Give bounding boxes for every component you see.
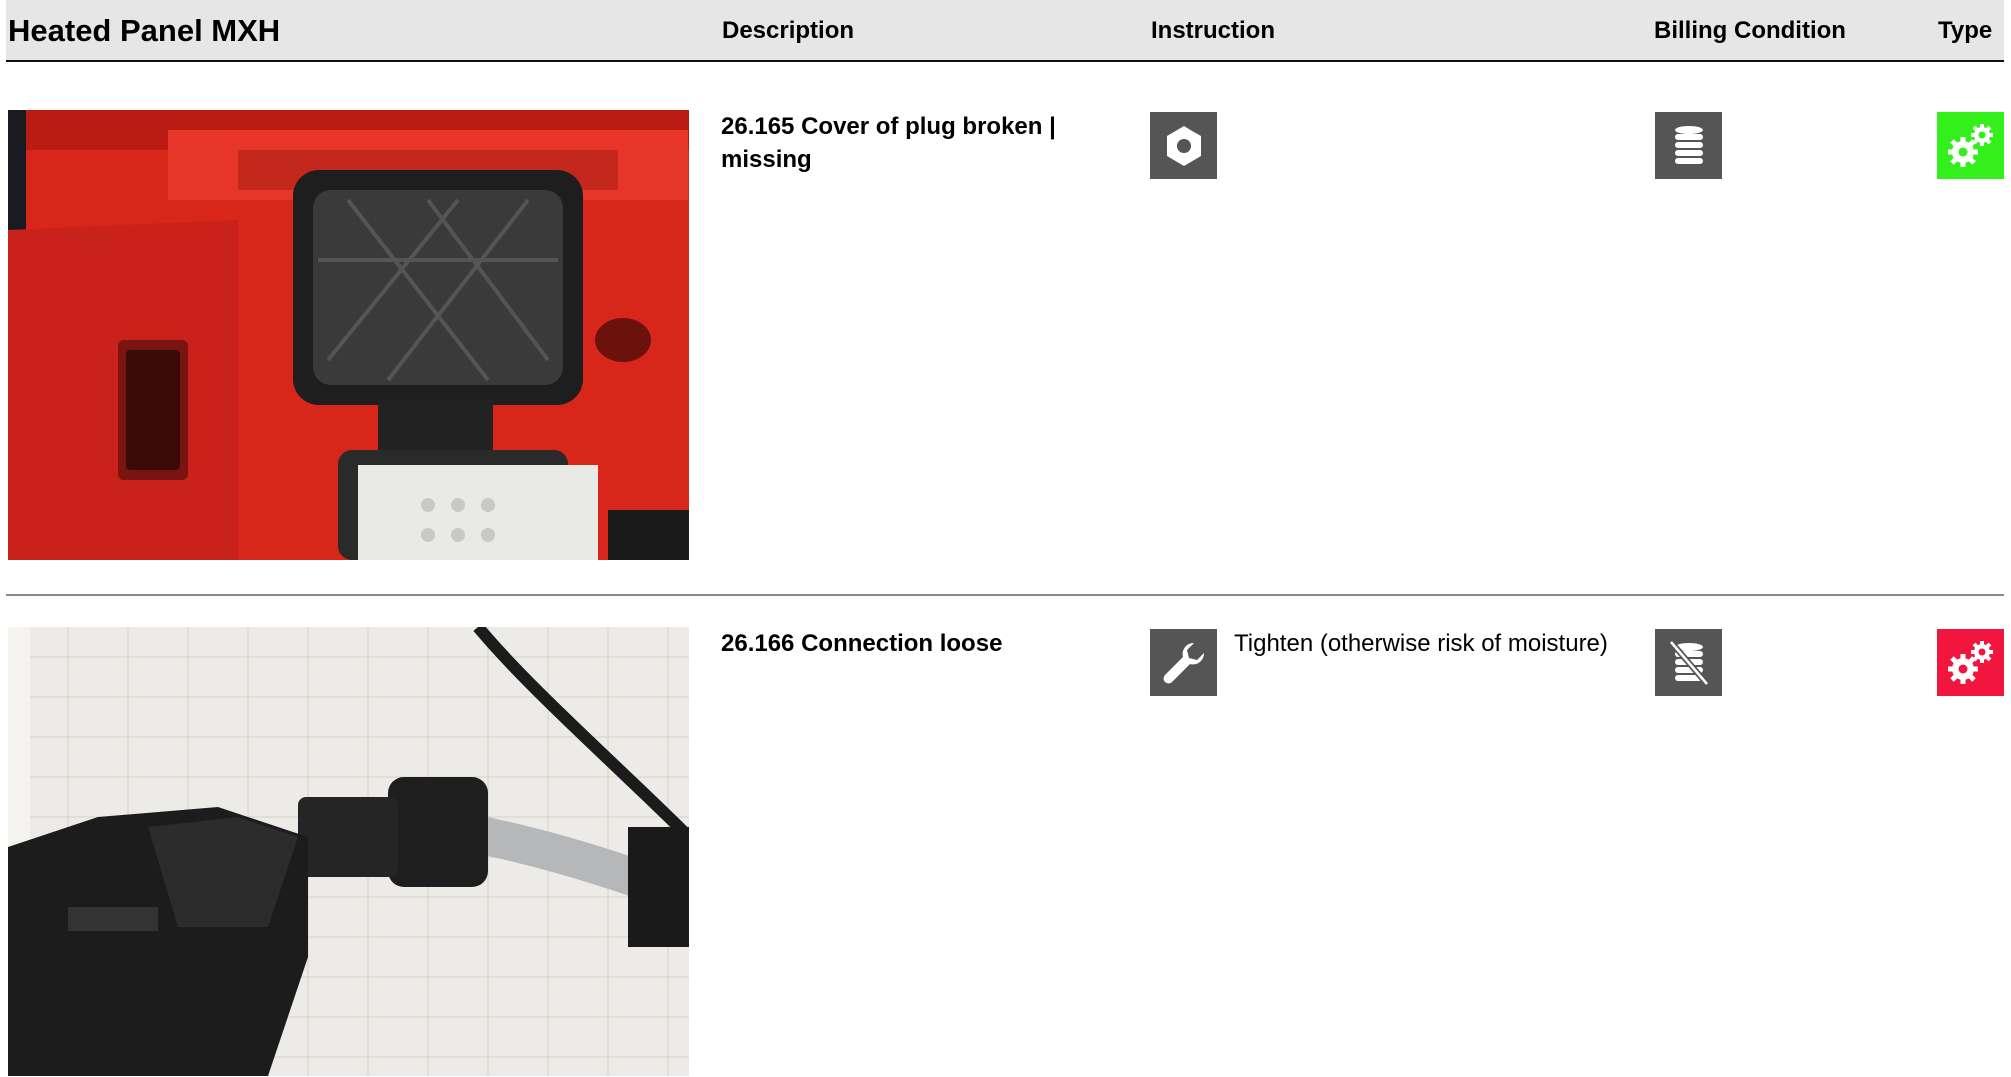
- column-header-type: Type: [1938, 17, 1993, 44]
- column-header-billing-condition: Billing Condition: [1654, 17, 1846, 44]
- page-title: Heated Panel MXH: [8, 13, 281, 48]
- instruction-text: Tighten (otherwise risk of moisture): [1234, 630, 1608, 657]
- column-header-instruction: Instruction: [1151, 17, 1275, 44]
- table-row: 26.166 Connection loose Tighten (otherwi…: [0, 627, 2011, 1076]
- coin-stack-crossed-icon: [1655, 629, 1722, 696]
- column-header-description: Description: [722, 17, 855, 44]
- item-photo: [8, 110, 689, 560]
- row-separator: [6, 594, 2004, 596]
- gears-icon: [1937, 112, 2004, 179]
- wrench-icon: [1150, 629, 1217, 696]
- table-header: Heated Panel MXH Description Instruction…: [6, 0, 2004, 62]
- coin-stack-icon: [1655, 112, 1722, 179]
- item-description: 26.166 Connection loose: [721, 630, 1003, 657]
- item-photo: [8, 627, 689, 1077]
- item-description: 26.165 Cover of plug broken | missing: [721, 113, 1056, 173]
- table-row: 26.165 Cover of plug broken | missing: [0, 110, 2011, 560]
- hex-nut-icon: [1150, 112, 1217, 179]
- gears-icon: [1937, 629, 2004, 696]
